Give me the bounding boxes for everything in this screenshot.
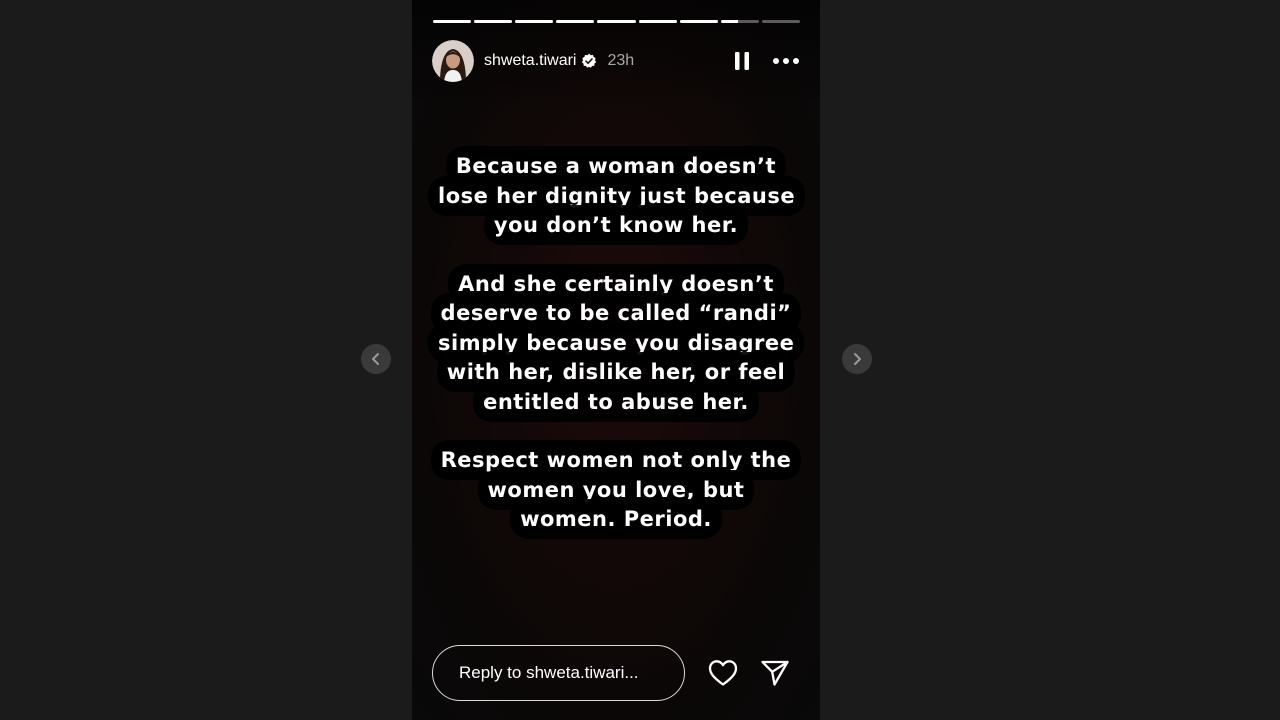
story-progress-fill <box>597 20 636 23</box>
story-text-overlay: Because a woman doesn’t lose her dignity… <box>436 152 798 535</box>
share-button[interactable] <box>759 657 791 689</box>
story-progress-fill <box>556 20 595 23</box>
pause-icon <box>735 52 749 70</box>
story-progress-segment <box>720 20 759 23</box>
reply-bar: Reply to shweta.tiwari... <box>432 644 802 702</box>
story-progress-fill <box>720 20 738 23</box>
story-progress-segment <box>679 20 718 23</box>
story-paragraph-text: Because a woman doesn’t lose her dignity… <box>436 154 798 237</box>
story-progress-segment <box>433 20 472 23</box>
story-progress-fill <box>679 20 718 23</box>
story-paragraph: Respect women not only the women you lov… <box>436 446 796 535</box>
story-progress-segment <box>474 20 513 23</box>
verified-badge-icon <box>581 53 597 69</box>
like-button[interactable] <box>707 657 739 689</box>
story-paragraph: Because a woman doesn’t lose her dignity… <box>436 152 798 241</box>
story-progress-bar <box>433 20 800 23</box>
more-options-button[interactable] <box>772 57 800 65</box>
story-progress-fill <box>474 20 513 23</box>
story-timestamp: 23h <box>607 52 635 69</box>
story-viewer: shweta.tiwari 23h Because a woman doesn’… <box>0 0 1280 720</box>
story-paragraph: And she certainly doesn’t deserve to be … <box>436 270 797 418</box>
reply-input[interactable]: Reply to shweta.tiwari... <box>432 645 685 701</box>
story-card[interactable]: shweta.tiwari 23h Because a woman doesn’… <box>412 0 820 720</box>
previous-story-button[interactable] <box>361 344 391 374</box>
story-username[interactable]: shweta.tiwari <box>484 52 576 70</box>
story-paragraph-text: Respect women not only the women you lov… <box>438 448 794 531</box>
story-paragraph-text: And she certainly doesn’t deserve to be … <box>436 271 797 414</box>
story-progress-segment <box>556 20 595 23</box>
story-progress-fill <box>433 20 472 23</box>
story-progress-segment <box>761 20 800 23</box>
reply-placeholder: Reply to shweta.tiwari... <box>459 663 639 682</box>
more-horizontal-icon <box>773 58 799 64</box>
chevron-left-icon <box>372 353 379 365</box>
next-story-button[interactable] <box>842 344 872 374</box>
pause-button[interactable] <box>734 51 750 71</box>
story-progress-segment <box>638 20 677 23</box>
chevron-right-icon <box>854 353 861 365</box>
story-progress-fill <box>515 20 554 23</box>
story-header-actions <box>734 51 802 71</box>
story-progress-segment <box>597 20 636 23</box>
heart-icon <box>708 660 738 686</box>
story-progress-segment <box>515 20 554 23</box>
send-icon <box>761 660 789 686</box>
story-progress-fill <box>638 20 677 23</box>
story-header: shweta.tiwari 23h <box>432 40 802 82</box>
avatar[interactable] <box>432 40 474 82</box>
